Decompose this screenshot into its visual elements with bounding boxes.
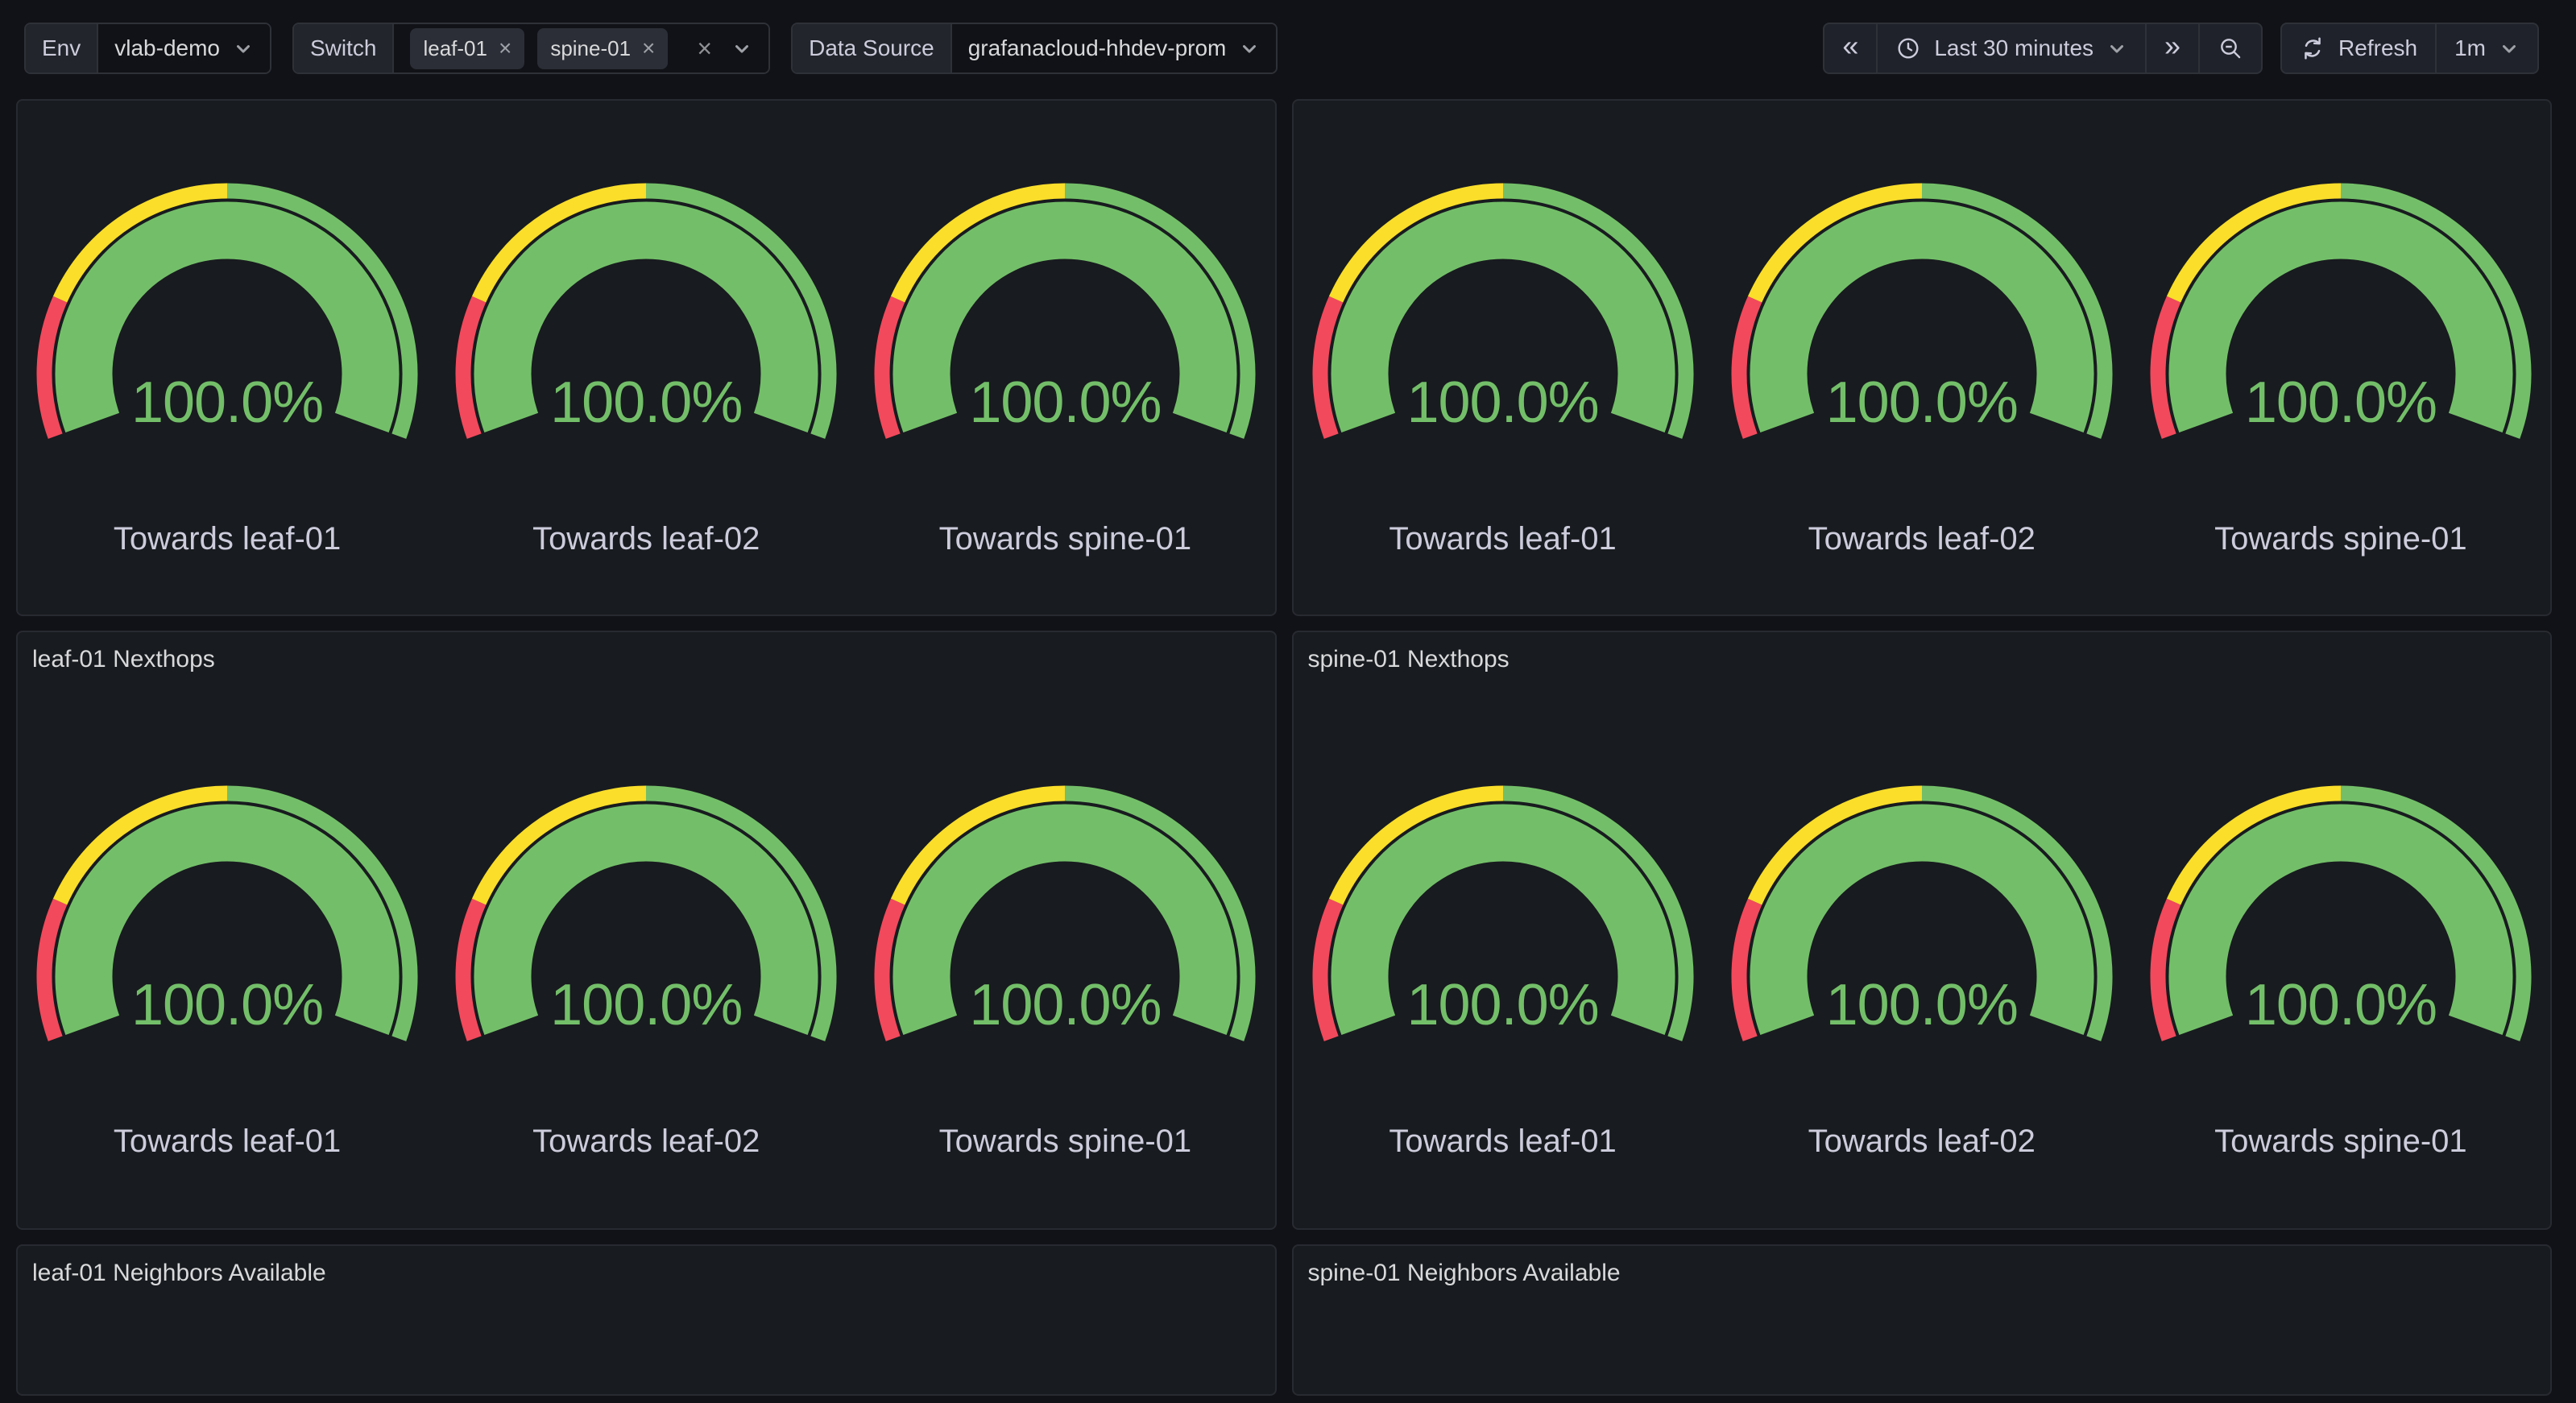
gauge: 100.0% Towards leaf-01 <box>18 176 437 557</box>
chevron-down-icon <box>2106 38 2127 59</box>
remove-tag-icon[interactable]: × <box>642 37 655 60</box>
var-switch-label: Switch <box>294 24 394 72</box>
dashboard-grid: 100.0% Towards leaf-01 100.0% Towards le… <box>0 74 2576 1396</box>
panel-body: 100.0% Towards leaf-01 100.0% Towards le… <box>1294 101 2551 557</box>
panel-title: spine-01 Nexthops <box>1308 645 2538 674</box>
gauge: 100.0% Towards spine-01 <box>855 779 1274 1160</box>
gauge-label: Towards spine-01 <box>2214 1124 2467 1160</box>
gauge: 100.0% Towards leaf-02 <box>1713 176 2131 557</box>
gauge-value: 100.0% <box>2139 972 2542 1038</box>
zoom-out-button[interactable] <box>2200 24 2261 72</box>
gauge-value: 100.0% <box>863 972 1266 1038</box>
var-datasource-dropdown[interactable]: grafanacloud-hhdev-prom <box>952 24 1277 72</box>
var-env-value: vlab-demo <box>114 35 220 61</box>
panel-header[interactable]: leaf-01 Nexthops <box>18 632 1275 674</box>
dashboard-row: 100.0% Towards leaf-01 100.0% Towards le… <box>16 99 2552 616</box>
panel-header[interactable]: leaf-01 Neighbors Available <box>18 1246 1275 1288</box>
gauge: 100.0% Towards leaf-02 <box>437 779 855 1160</box>
gauge-label: Towards leaf-01 <box>114 1124 341 1160</box>
time-picker-group: « Last 30 minutes » <box>1823 23 2263 74</box>
switch-tag-text: spine-01 <box>550 36 631 61</box>
panel-leaf-01-neighbors: leaf-01 Neighbors Available <box>16 1244 1277 1396</box>
chevron-down-icon <box>1239 38 1260 59</box>
panel-title: spine-01 Neighbors Available <box>1308 1259 2538 1288</box>
time-range-label: Last 30 minutes <box>1934 35 2094 61</box>
refresh-label: Refresh <box>2338 35 2417 61</box>
gauge-label: Towards leaf-01 <box>1389 521 1616 557</box>
panel-spine-01-nexthops: spine-01 Nexthops 100.0% Towards leaf-01… <box>1292 631 2553 1230</box>
gauge-value: 100.0% <box>26 370 429 436</box>
zoom-out-icon <box>2218 35 2243 61</box>
var-env-dropdown[interactable]: vlab-demo <box>98 24 270 72</box>
chevron-down-icon <box>2499 38 2520 59</box>
gauge-value: 100.0% <box>445 972 847 1038</box>
chevron-down-icon <box>731 38 752 59</box>
panel-header[interactable]: spine-01 Neighbors Available <box>1294 1246 2551 1288</box>
dashboard-row: leaf-01 Neighbors Available spine-01 Nei… <box>16 1244 2552 1396</box>
switch-tag-spine-01[interactable]: spine-01 × <box>537 28 668 69</box>
time-range-button[interactable]: Last 30 minutes <box>1878 24 2147 72</box>
dashboard-toolbar: Env vlab-demo Switch leaf-01 × spine-01 … <box>24 23 2539 74</box>
time-back-button[interactable]: « <box>1824 24 1878 72</box>
gauge-value: 100.0% <box>1721 370 2123 436</box>
switch-tag-leaf-01[interactable]: leaf-01 × <box>410 28 524 69</box>
panel-spine-01-neighbors: spine-01 Neighbors Available <box>1292 1244 2553 1396</box>
gauge: 100.0% Towards spine-01 <box>2131 176 2550 557</box>
var-datasource-value: grafanacloud-hhdev-prom <box>968 35 1227 61</box>
gauge-value: 100.0% <box>445 370 847 436</box>
var-env-label: Env <box>26 24 98 72</box>
gauge-value: 100.0% <box>1302 972 1704 1038</box>
gauge-label: Towards leaf-02 <box>1808 1124 2036 1160</box>
gauge-value: 100.0% <box>1302 370 1704 436</box>
var-datasource-label: Data Source <box>793 24 952 72</box>
gauge: 100.0% Towards leaf-01 <box>1294 779 1713 1160</box>
refresh-icon <box>2300 35 2325 61</box>
switch-tag-text: leaf-01 <box>423 36 487 61</box>
gauge-label: Towards leaf-01 <box>114 521 341 557</box>
time-forward-button[interactable]: » <box>2147 24 2200 72</box>
gauge-value: 100.0% <box>26 972 429 1038</box>
clear-all-icon[interactable]: × <box>697 35 712 61</box>
refresh-interval-value: 1m <box>2454 35 2486 61</box>
gauge: 100.0% Towards spine-01 <box>855 176 1274 557</box>
var-datasource: Data Source grafanacloud-hhdev-prom <box>791 23 1278 74</box>
gauge-value: 100.0% <box>2139 370 2542 436</box>
refresh-interval-button[interactable]: 1m <box>2437 24 2537 72</box>
gauge: 100.0% Towards leaf-01 <box>18 779 437 1160</box>
var-switch: Switch leaf-01 × spine-01 × × <box>292 23 770 74</box>
time-controls: « Last 30 minutes » <box>1823 23 2539 74</box>
gauge-label: Towards spine-01 <box>939 521 1192 557</box>
clock-icon <box>1895 35 1921 61</box>
gauge: 100.0% Towards spine-01 <box>2131 779 2550 1160</box>
panel-header[interactable]: spine-01 Nexthops <box>1294 632 2551 674</box>
remove-tag-icon[interactable]: × <box>499 37 511 60</box>
panel-gauges-right: 100.0% Towards leaf-01 100.0% Towards le… <box>1292 99 2553 616</box>
chevron-down-icon <box>233 38 254 59</box>
panel-title: leaf-01 Nexthops <box>32 645 1262 674</box>
panel-title: leaf-01 Neighbors Available <box>32 1259 1262 1288</box>
panel-body: 100.0% Towards leaf-01 100.0% Towards le… <box>1294 674 2551 1160</box>
template-variables: Env vlab-demo Switch leaf-01 × spine-01 … <box>24 23 1278 74</box>
dashboard-row: leaf-01 Nexthops 100.0% Towards leaf-01 … <box>16 631 2552 1230</box>
panel-gauges-left: 100.0% Towards leaf-01 100.0% Towards le… <box>16 99 1277 616</box>
gauge-label: Towards leaf-02 <box>1808 521 2036 557</box>
var-env: Env vlab-demo <box>24 23 271 74</box>
gauge-label: Towards spine-01 <box>2214 521 2467 557</box>
panel-leaf-01-nexthops: leaf-01 Nexthops 100.0% Towards leaf-01 … <box>16 631 1277 1230</box>
gauge-label: Towards leaf-02 <box>532 1124 760 1160</box>
refresh-group: Refresh 1m <box>2280 23 2539 74</box>
gauge: 100.0% Towards leaf-01 <box>1294 176 1713 557</box>
var-switch-dropdown[interactable]: leaf-01 × spine-01 × × <box>394 24 768 72</box>
gauge-label: Towards leaf-01 <box>1389 1124 1616 1160</box>
gauge-label: Towards leaf-02 <box>532 521 760 557</box>
gauge: 100.0% Towards leaf-02 <box>437 176 855 557</box>
gauge-label: Towards spine-01 <box>939 1124 1192 1160</box>
gauge-value: 100.0% <box>1721 972 2123 1038</box>
refresh-button[interactable]: Refresh <box>2282 24 2437 72</box>
panel-body: 100.0% Towards leaf-01 100.0% Towards le… <box>18 674 1275 1160</box>
panel-body: 100.0% Towards leaf-01 100.0% Towards le… <box>18 101 1275 557</box>
gauge-value: 100.0% <box>863 370 1266 436</box>
gauge: 100.0% Towards leaf-02 <box>1713 779 2131 1160</box>
